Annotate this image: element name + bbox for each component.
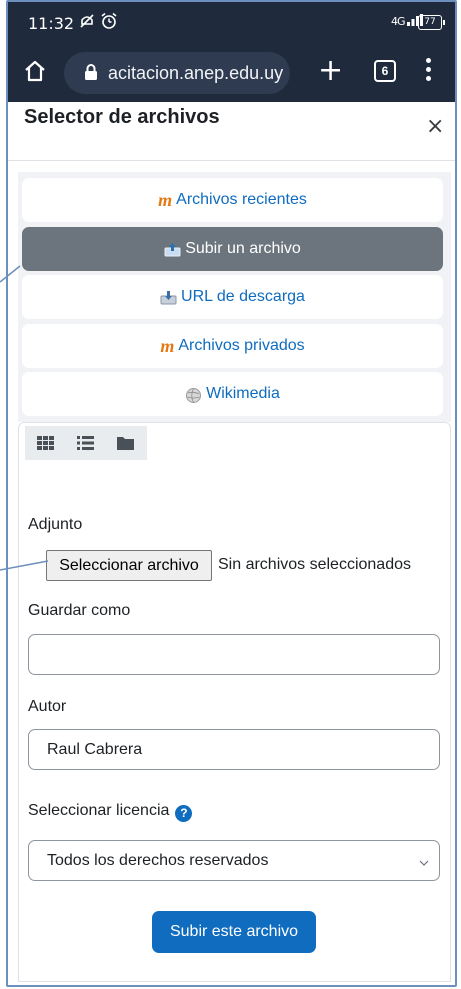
repo-download-url[interactable]: URL de descarga xyxy=(22,275,443,319)
callout-lines xyxy=(0,265,49,571)
url-text: acitacion.anep.edu.uy xyxy=(108,63,284,83)
dialog-divider xyxy=(8,160,455,161)
new-tab-icon[interactable]: + xyxy=(318,54,343,88)
close-icon[interactable]: × xyxy=(426,114,444,139)
tab-count-button[interactable]: 6 xyxy=(374,60,396,82)
address-bar[interactable]: acitacion.anep.edu.uy xyxy=(64,52,290,94)
repo-upload-file[interactable]: Subir un archivo xyxy=(22,227,443,271)
folder-view-icon[interactable] xyxy=(105,426,145,460)
select-file-button[interactable]: Seleccionar archivo xyxy=(46,550,212,581)
save-as-input[interactable] xyxy=(28,634,440,675)
file-picker-dialog: Selector de archivos × m Archivos recien… xyxy=(8,102,455,985)
license-label: Seleccionar licencia? xyxy=(28,802,193,822)
alarm-icon xyxy=(100,12,118,34)
upload-submit-button[interactable]: Subir este archivo xyxy=(152,911,316,953)
upload-form xyxy=(18,462,451,982)
status-bar: 11:32 4G 77 xyxy=(8,2,455,46)
phone-screen: 11:32 4G 77 acitacion.anep.edu.uy + 6 Se… xyxy=(6,0,457,987)
list-view-icon[interactable] xyxy=(65,426,105,460)
chevron-down-icon xyxy=(419,855,429,866)
license-select[interactable]: Todos los derechos reservados xyxy=(28,840,440,881)
file-status-text: Sin archivos seleccionados xyxy=(218,556,411,573)
wikimedia-icon xyxy=(185,387,202,403)
browser-toolbar: acitacion.anep.edu.uy + 6 xyxy=(8,46,455,102)
download-url-icon xyxy=(160,290,177,305)
battery-icon: 77 xyxy=(418,15,445,30)
author-input[interactable] xyxy=(28,729,440,770)
repo-recent-files[interactable]: m Archivos recientes xyxy=(22,178,443,222)
repo-wikimedia[interactable]: Wikimedia xyxy=(22,372,443,416)
author-label: Autor xyxy=(28,698,67,715)
upload-icon xyxy=(164,242,181,257)
save-as-label: Guardar como xyxy=(28,602,131,619)
view-mode-bar xyxy=(18,422,451,462)
moodle-icon: m xyxy=(160,335,175,356)
moodle-icon: m xyxy=(158,189,173,210)
help-icon[interactable]: ? xyxy=(175,805,193,822)
repository-list: m Archivos recientes Subir un archivo UR… xyxy=(18,172,451,422)
lock-icon xyxy=(84,64,98,80)
repo-private-files[interactable]: m Archivos privados xyxy=(22,324,443,368)
mute-icon xyxy=(78,12,96,34)
more-menu-icon[interactable] xyxy=(426,58,432,82)
